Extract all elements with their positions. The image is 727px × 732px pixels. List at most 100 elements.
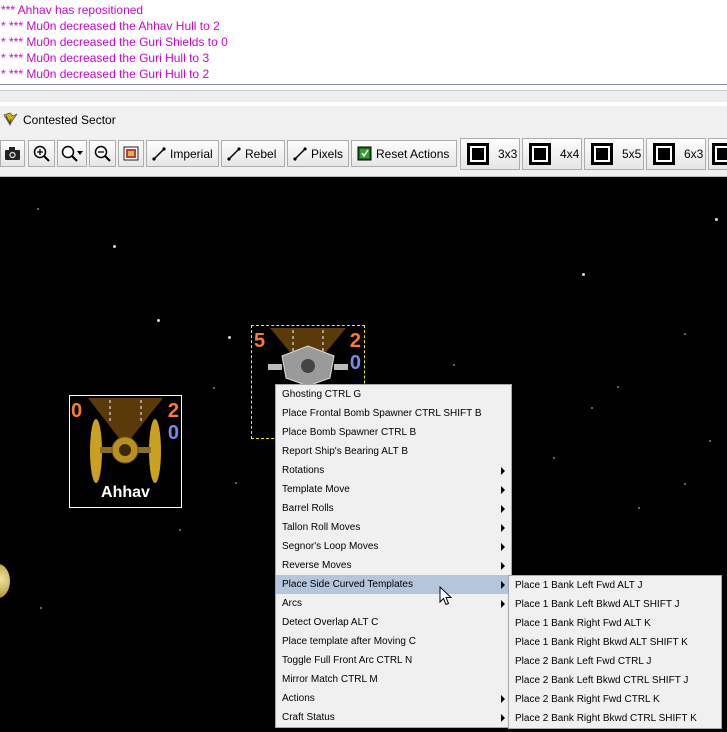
submenu-item[interactable]: Place 1 Bank Right Bkwd ALT SHIFT K bbox=[509, 633, 721, 652]
star bbox=[684, 333, 686, 335]
map-window-titlebar: Contested Sector bbox=[0, 106, 727, 134]
overview-button[interactable] bbox=[118, 140, 144, 167]
menu-item-place-side-curved-templates[interactable]: Place Side Curved Templates bbox=[276, 575, 511, 594]
menu-item-label: Rotations bbox=[282, 465, 325, 476]
ship-shield-value: 0 bbox=[349, 352, 361, 374]
star bbox=[582, 273, 585, 276]
menu-item-rotations[interactable]: Rotations bbox=[276, 461, 511, 480]
submenu-item[interactable]: Place 2 Bank Right Bkwd CTRL SHIFT K bbox=[509, 709, 721, 728]
log-line: *** Ahhav has repositioned bbox=[1, 3, 144, 17]
splitter-handle[interactable] bbox=[0, 90, 727, 102]
star bbox=[37, 208, 39, 210]
log-line: * *** Mu0n decreased the Guri Hull to 2 bbox=[1, 67, 210, 81]
template-grid-icon bbox=[653, 143, 675, 165]
ruler-icon bbox=[227, 146, 241, 161]
pixels-label: Pixels bbox=[311, 146, 344, 161]
grid-6x3-button[interactable]: 6x3 bbox=[646, 138, 706, 170]
submenu-arrow-icon bbox=[501, 562, 505, 570]
menu-item-place-frontal-bomb-spawner[interactable]: Place Frontal Bomb Spawner CTRL SHIFT B bbox=[276, 404, 511, 423]
map-toolbar: Imperial Rebel Pixels Reset Actions 3x3 … bbox=[0, 134, 727, 177]
menu-item-actions[interactable]: Actions bbox=[276, 689, 511, 708]
menu-item-report-bearing[interactable]: Report Ship's Bearing ALT B bbox=[276, 442, 511, 461]
menu-item-segnors-loop-moves[interactable]: Segnor's Loop Moves bbox=[276, 537, 511, 556]
menu-item-mirror-match[interactable]: Mirror Match CTRL M bbox=[276, 670, 511, 689]
template-grid-icon bbox=[591, 143, 613, 165]
star bbox=[213, 387, 215, 389]
vassal-icon bbox=[3, 112, 18, 126]
menu-item-template-move[interactable]: Template Move bbox=[276, 480, 511, 499]
window-title: Contested Sector bbox=[23, 113, 116, 127]
grid-label: 4x4 bbox=[560, 147, 580, 161]
imperial-label: Imperial bbox=[170, 146, 213, 161]
reset-actions-button[interactable]: Reset Actions bbox=[351, 140, 457, 167]
imperial-button[interactable]: Imperial bbox=[146, 140, 219, 167]
game-map[interactable]: 0 2 0 Ahhav 5 2 0 Ghosting CTRL G Place … bbox=[0, 177, 727, 732]
ship-skill-value: 0 bbox=[71, 400, 83, 422]
grid-3x3-button[interactable]: 3x3 bbox=[460, 138, 520, 170]
grid-label: 5x5 bbox=[622, 147, 642, 161]
star bbox=[453, 364, 455, 366]
menu-item-toggle-full-front-arc[interactable]: Toggle Full Front Arc CTRL N bbox=[276, 651, 511, 670]
submenu-item[interactable]: Place 2 Bank Left Fwd CTRL J bbox=[509, 652, 721, 671]
pixels-button[interactable]: Pixels bbox=[287, 140, 349, 167]
submenu-item-label: Place 1 Bank Left Fwd ALT J bbox=[515, 580, 643, 591]
planet-token bbox=[0, 564, 10, 598]
menu-item-label: Actions bbox=[282, 693, 315, 704]
ship-shield-value: 0 bbox=[167, 422, 179, 444]
menu-item-ghosting[interactable]: Ghosting CTRL G bbox=[276, 385, 511, 404]
menu-item-label: Place Frontal Bomb Spawner CTRL SHIFT B bbox=[282, 408, 482, 419]
grid-4x4-button[interactable]: 4x4 bbox=[522, 138, 582, 170]
menu-item-label: Arcs bbox=[282, 598, 302, 609]
ship-context-menu: Ghosting CTRL G Place Frontal Bomb Spawn… bbox=[275, 384, 512, 728]
star bbox=[235, 482, 237, 484]
submenu-item[interactable]: Place 2 Bank Left Bkwd CTRL SHIFT J bbox=[509, 671, 721, 690]
menu-item-place-bomb-spawner[interactable]: Place Bomb Spawner CTRL B bbox=[276, 423, 511, 442]
zoom-out-icon bbox=[94, 145, 111, 162]
submenu-item-label: Place 2 Bank Right Bkwd CTRL SHIFT K bbox=[515, 713, 697, 724]
menu-item-reverse-moves[interactable]: Reverse Moves bbox=[276, 556, 511, 575]
submenu-item[interactable]: Place 1 Bank Left Bkwd ALT SHIFT J bbox=[509, 595, 721, 614]
submenu-arrow-icon bbox=[501, 543, 505, 551]
submenu-arrow-icon bbox=[501, 505, 505, 513]
rebel-button[interactable]: Rebel bbox=[221, 140, 285, 167]
ship-token-ahhav[interactable]: 0 2 0 Ahhav bbox=[69, 395, 182, 508]
ship-skill-value: 5 bbox=[254, 330, 266, 352]
star bbox=[553, 457, 555, 459]
menu-item-craft-status[interactable]: Craft Status bbox=[276, 708, 511, 727]
submenu-item-label: Place 1 Bank Left Bkwd ALT SHIFT J bbox=[515, 599, 680, 610]
menu-item-place-template-after-moving[interactable]: Place template after Moving C bbox=[276, 632, 511, 651]
menu-item-arcs[interactable]: Arcs bbox=[276, 594, 511, 613]
submenu-item[interactable]: Place 1 Bank Left Fwd ALT J bbox=[509, 576, 721, 595]
menu-item-barrel-rolls[interactable]: Barrel Rolls bbox=[276, 499, 511, 518]
ship-hull-value: 2 bbox=[167, 400, 179, 422]
camera-icon bbox=[5, 147, 20, 160]
star bbox=[715, 218, 718, 221]
menu-item-label: Place Side Curved Templates bbox=[282, 579, 413, 590]
submenu-item[interactable]: Place 2 Bank Right Fwd CTRL K bbox=[509, 690, 721, 709]
menu-item-label: Place Bomb Spawner CTRL B bbox=[282, 427, 417, 438]
star bbox=[709, 440, 711, 442]
submenu-item[interactable]: Place 1 Bank Right Fwd ALT K bbox=[509, 614, 721, 633]
menu-item-tallon-roll-moves[interactable]: Tallon Roll Moves bbox=[276, 518, 511, 537]
grid-5x5-button[interactable]: 5x5 bbox=[584, 138, 644, 170]
ruler-icon bbox=[152, 146, 166, 161]
menu-item-label: Reverse Moves bbox=[282, 560, 352, 571]
log-line: * *** Mu0n decreased the Ahhav Hull to 2 bbox=[1, 19, 220, 33]
menu-item-label: Tallon Roll Moves bbox=[282, 522, 361, 533]
zoom-select-button[interactable] bbox=[57, 140, 87, 167]
reset-actions-label: Reset Actions bbox=[376, 146, 450, 161]
menu-item-detect-overlap[interactable]: Detect Overlap ALT C bbox=[276, 613, 511, 632]
menu-item-label: Ghosting CTRL G bbox=[282, 389, 362, 400]
menu-item-label: Template Move bbox=[282, 484, 350, 495]
zoom-in-button[interactable] bbox=[28, 140, 55, 167]
grid-more-button[interactable] bbox=[708, 138, 727, 170]
submenu-arrow-icon bbox=[501, 467, 505, 475]
menu-item-label: Detect Overlap ALT C bbox=[282, 617, 379, 628]
divider bbox=[0, 84, 727, 85]
grid-label: 3x3 bbox=[498, 147, 518, 161]
camera-button[interactable] bbox=[0, 140, 25, 167]
map-overview-icon bbox=[123, 146, 139, 161]
zoom-out-button[interactable] bbox=[89, 140, 116, 167]
ship-name-label: Ahhav bbox=[101, 484, 150, 501]
menu-item-label: Barrel Rolls bbox=[282, 503, 334, 514]
